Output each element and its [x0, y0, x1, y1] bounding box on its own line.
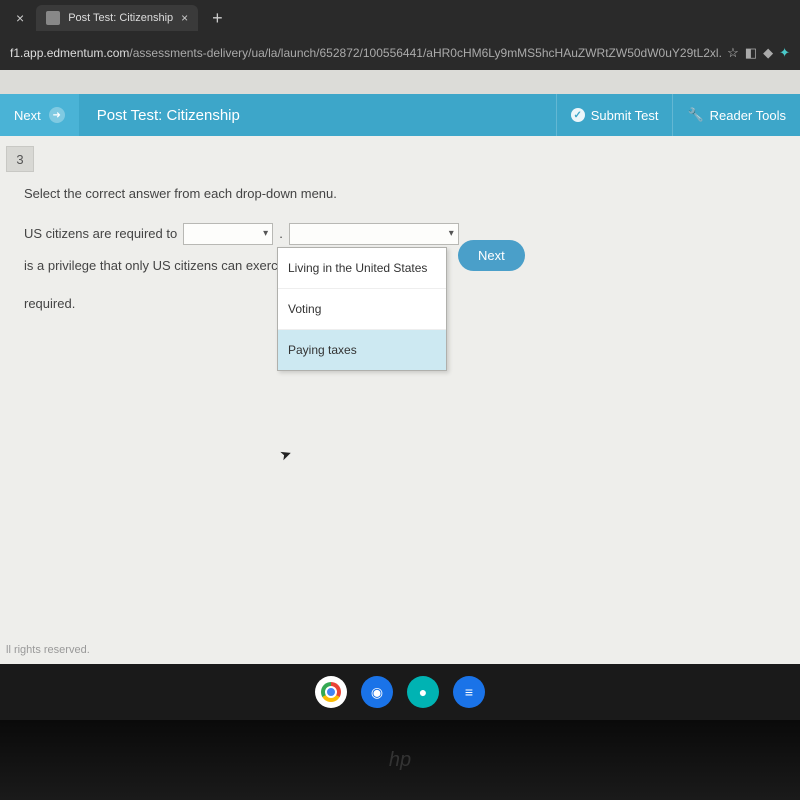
next-button-label: Next: [478, 248, 505, 263]
url-path: /assessments-delivery/ua/la/launch/65287…: [129, 46, 721, 60]
reader-tools-button[interactable]: 🔧 Reader Tools: [672, 94, 800, 136]
footer-text: ll rights reserved.: [6, 644, 90, 656]
bookmark-star-icon[interactable]: ☆: [727, 45, 739, 61]
submit-label: Submit Test: [591, 108, 659, 123]
page-content: Next ➜ Post Test: Citizenship ✓ Submit T…: [0, 70, 800, 720]
files-app-icon[interactable]: ●: [407, 676, 439, 708]
taskbar: ◉ ● ≡: [0, 664, 800, 720]
browser-tab-strip: × Post Test: Citizenship × +: [0, 0, 800, 36]
url-text: f1.app.edmentum.com/assessments-delivery…: [10, 46, 721, 60]
dropdown-1[interactable]: [183, 223, 273, 245]
arrow-right-icon: ➜: [49, 107, 65, 123]
question-number: 3: [6, 146, 34, 172]
nav-next-button[interactable]: Next ➜: [0, 94, 79, 136]
dropdown-option[interactable]: Living in the United States: [278, 248, 446, 289]
extension-icon-3[interactable]: ✦: [779, 45, 790, 61]
address-bar[interactable]: f1.app.edmentum.com/assessments-delivery…: [0, 36, 800, 70]
bezel-logo: hp: [389, 749, 411, 772]
question-area: 3 Select the correct answer from each dr…: [0, 136, 800, 664]
dropdown-option[interactable]: Paying taxes: [278, 330, 446, 370]
dropdown-option[interactable]: Voting: [278, 289, 446, 330]
dropdown-2[interactable]: [289, 223, 459, 245]
browser-tab[interactable]: Post Test: Citizenship ×: [36, 5, 198, 31]
extension-icon[interactable]: ◧: [745, 45, 757, 61]
sentence-required: required.: [24, 291, 75, 317]
page-title: Post Test: Citizenship: [79, 107, 258, 124]
wrench-icon: 🔧: [687, 107, 703, 123]
laptop-bezel: hp: [0, 720, 800, 800]
tab-title: Post Test: Citizenship: [68, 12, 173, 24]
favicon-icon: [46, 11, 60, 25]
docs-app-icon[interactable]: ≡: [453, 676, 485, 708]
next-button[interactable]: Next: [458, 240, 525, 271]
cursor-icon: ➤: [277, 445, 294, 465]
reader-label: Reader Tools: [710, 108, 786, 123]
check-circle-icon: ✓: [571, 108, 585, 122]
extension-icon-2[interactable]: ◆: [763, 45, 773, 61]
question-sentence: US citizens are required to . is a privi…: [24, 221, 776, 317]
new-tab-button[interactable]: +: [202, 8, 233, 29]
question-instruction: Select the correct answer from each drop…: [24, 186, 776, 201]
close-tab-icon[interactable]: ×: [181, 11, 188, 25]
camera-app-icon[interactable]: ◉: [361, 676, 393, 708]
url-host: f1.app.edmentum.com: [10, 46, 129, 60]
nav-next-label: Next: [14, 108, 41, 123]
content-gap: [0, 70, 800, 94]
app-header: Next ➜ Post Test: Citizenship ✓ Submit T…: [0, 94, 800, 136]
close-icon[interactable]: ×: [8, 10, 32, 26]
sentence-part-1: US citizens are required to: [24, 221, 177, 247]
submit-test-button[interactable]: ✓ Submit Test: [556, 94, 673, 136]
chrome-icon[interactable]: [315, 676, 347, 708]
dropdown-menu: Living in the United States Voting Payin…: [277, 247, 447, 371]
sentence-period: .: [279, 221, 283, 247]
